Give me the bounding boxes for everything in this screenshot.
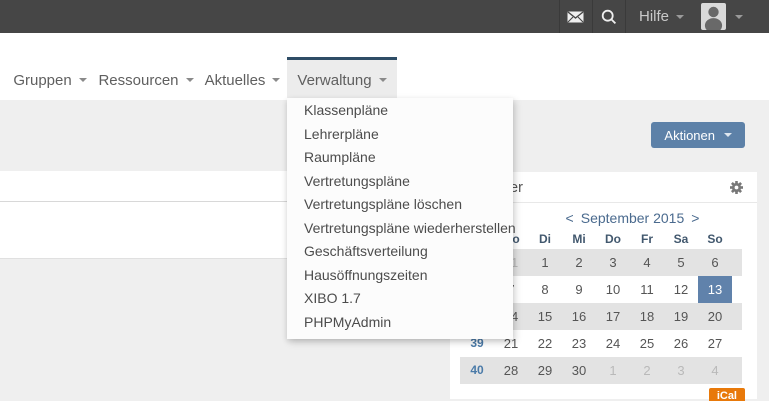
calendar-day[interactable]: 12 — [664, 276, 698, 303]
calendar-day[interactable]: 2 — [562, 249, 596, 276]
menu-item-lehrerplaene[interactable]: Lehrerpläne — [287, 123, 513, 147]
calendar-day[interactable]: 10 — [596, 276, 630, 303]
top-bar: Hilfe — [0, 0, 769, 33]
calendar-day[interactable]: 18 — [630, 303, 664, 330]
chevron-down-icon — [379, 78, 387, 82]
menu-item-geschaeftsverteilung[interactable]: Geschäftsverteilung — [287, 240, 513, 264]
calendar-day[interactable]: 5 — [664, 249, 698, 276]
calendar-day[interactable]: 17 — [596, 303, 630, 330]
main-nav: Gruppen Ressourcen Aktuelles Verwaltung — [0, 33, 769, 100]
aktionen-label: Aktionen — [664, 128, 715, 143]
calendar-day[interactable]: 30 — [562, 357, 596, 384]
nav-label: Verwaltung — [297, 72, 371, 89]
day-header: Do — [596, 229, 630, 249]
month-label: September 2015 — [581, 210, 685, 226]
calendar-day[interactable]: 16 — [562, 303, 596, 330]
calendar-day[interactable]: 2 — [630, 357, 664, 384]
calendar-day[interactable]: 3 — [664, 357, 698, 384]
calendar-day[interactable]: 23 — [562, 330, 596, 357]
nav-label: Gruppen — [13, 72, 71, 89]
calendar-day[interactable]: 22 — [528, 330, 562, 357]
nav-item-verwaltung-active[interactable]: Verwaltung — [287, 57, 397, 100]
calendar-day[interactable]: 3 — [596, 249, 630, 276]
search-button[interactable] — [593, 0, 625, 33]
chevron-down-icon — [186, 78, 194, 82]
calendar-day[interactable]: 28 — [494, 357, 528, 384]
day-header: Fr — [630, 229, 664, 249]
help-label: Hilfe — [639, 8, 669, 25]
calendar-week-row: 40 28 29 30 1 2 3 4 — [460, 357, 742, 384]
menu-item-hausoeffnungszeiten[interactable]: Hausöffnungszeiten — [287, 264, 513, 288]
chevron-down-icon — [79, 78, 87, 82]
calendar-day[interactable]: 29 — [528, 357, 562, 384]
chevron-down-icon — [676, 15, 684, 19]
menu-item-klassenplaene[interactable]: Klassenpläne — [287, 99, 513, 123]
help-menu[interactable]: Hilfe — [626, 0, 697, 33]
day-header: Sa — [664, 229, 698, 249]
next-month-button[interactable]: > — [691, 210, 699, 226]
menu-item-xibo[interactable]: XIBO 1.7 — [287, 287, 513, 311]
mail-icon — [567, 11, 584, 23]
calendar-day[interactable]: 9 — [562, 276, 596, 303]
day-header: Di — [528, 229, 562, 249]
avatar[interactable] — [701, 3, 726, 30]
calendar-day[interactable]: 1 — [528, 249, 562, 276]
mail-button[interactable] — [560, 0, 592, 33]
day-header: So — [698, 229, 732, 249]
chevron-down-icon — [272, 78, 280, 82]
calendar-day[interactable]: 15 — [528, 303, 562, 330]
calendar-day[interactable]: 20 — [698, 303, 732, 330]
menu-item-vertretungsplaene-wiederherstellen[interactable]: Vertretungspläne wiederherstellen — [287, 217, 513, 241]
user-silhouette-icon — [701, 3, 726, 30]
calendar-day[interactable]: 6 — [698, 249, 732, 276]
calendar-day[interactable]: 26 — [664, 330, 698, 357]
aktionen-button[interactable]: Aktionen — [651, 122, 745, 148]
day-header: Mi — [562, 229, 596, 249]
chevron-down-icon — [724, 133, 732, 137]
menu-item-raumplaene[interactable]: Raumpläne — [287, 146, 513, 170]
menu-item-vertretungsplaene[interactable]: Vertretungspläne — [287, 170, 513, 194]
nav-item-ressourcen[interactable]: Ressourcen — [94, 57, 198, 100]
calendar-settings-button[interactable] — [729, 180, 744, 195]
menu-item-vertretungsplaene-loeschen[interactable]: Vertretungspläne löschen — [287, 193, 513, 217]
calendar-day[interactable]: 25 — [630, 330, 664, 357]
nav-item-aktuelles[interactable]: Aktuelles — [198, 57, 287, 100]
nav-item-gruppen[interactable]: Gruppen — [6, 57, 94, 100]
prev-month-button[interactable]: < — [566, 210, 574, 226]
ical-badge[interactable]: iCal — [709, 388, 745, 401]
calendar-day[interactable]: 19 — [664, 303, 698, 330]
verwaltung-dropdown-menu: Klassenpläne Lehrerpläne Raumpläne Vertr… — [287, 98, 513, 339]
gear-icon — [729, 180, 744, 195]
nav-label: Ressourcen — [98, 72, 178, 89]
top-bar-actions: Hilfe — [559, 0, 743, 33]
calendar-day[interactable]: 4 — [698, 357, 732, 384]
calendar-day[interactable]: 8 — [528, 276, 562, 303]
calendar-day[interactable]: 24 — [596, 330, 630, 357]
nav-label: Aktuelles — [205, 72, 266, 89]
search-icon — [601, 9, 617, 25]
calendar-day[interactable]: 11 — [630, 276, 664, 303]
menu-item-phpmyadmin[interactable]: PHPMyAdmin — [287, 311, 513, 335]
calendar-day[interactable]: 27 — [698, 330, 732, 357]
calendar-day[interactable]: 4 — [630, 249, 664, 276]
calendar-day[interactable]: 1 — [596, 357, 630, 384]
week-number: 40 — [460, 357, 494, 384]
calendar-footer: iCal — [450, 386, 757, 401]
user-menu-chevron-icon[interactable] — [735, 15, 743, 19]
calendar-day-selected[interactable]: 13 — [698, 276, 732, 303]
